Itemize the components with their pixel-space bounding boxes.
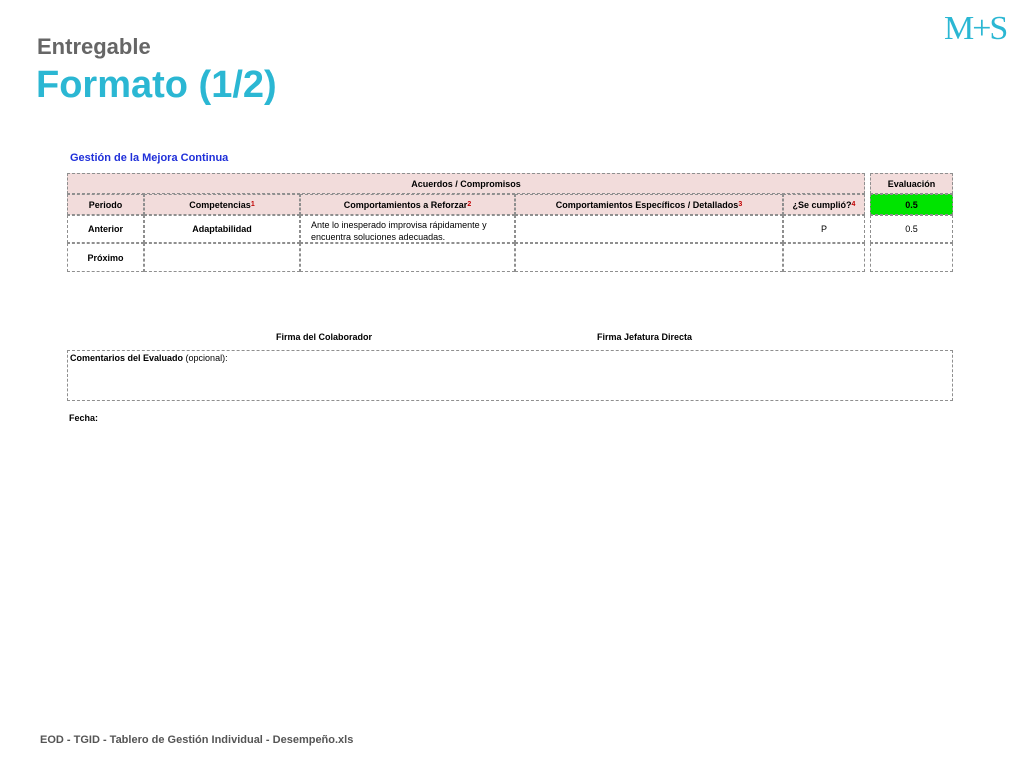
column-header-especificos: Comportamientos Específicos / Detallados…: [515, 194, 783, 215]
column-header-periodo: Periodo: [67, 194, 144, 215]
row-cumplio-cell[interactable]: [783, 243, 865, 272]
slide-title: Formato (1/2): [36, 64, 277, 106]
group-header: Acuerdos / Compromisos: [67, 173, 865, 194]
column-label-competencias: Competencias: [189, 199, 251, 210]
row-competencia-cell[interactable]: Adaptabilidad: [144, 215, 300, 243]
column-label-cumplio: ¿Se cumplió?: [792, 199, 852, 210]
evaluation-header: Evaluación: [870, 173, 953, 194]
evaluation-score-cell[interactable]: 0.5: [870, 194, 953, 215]
company-logo: M+S: [944, 10, 1008, 47]
row-cumplio-cell[interactable]: P: [783, 215, 865, 243]
slide-footer: EOD - TGID - Tablero de Gestión Individu…: [40, 734, 354, 746]
row-especificos-cell[interactable]: [515, 215, 783, 243]
column-header-reforzar: Comportamientos a Reforzar 2: [300, 194, 515, 215]
slide-subtitle: Entregable: [37, 34, 151, 59]
row-competencia-cell[interactable]: [144, 243, 300, 272]
footnote-marker: 2: [467, 201, 472, 208]
row-especificos-cell[interactable]: [515, 243, 783, 272]
row-reforzar-cell[interactable]: Ante lo inesperado improvisa rápidamente…: [300, 215, 515, 243]
signature-colaborador-label: Firma del Colaborador: [276, 332, 373, 342]
row-periodo-cell: Anterior: [67, 215, 144, 243]
footnote-marker: 4: [851, 201, 856, 208]
comments-optional-label: (opcional):: [185, 353, 228, 363]
date-label: Fecha:: [69, 413, 99, 423]
row-evaluacion-cell[interactable]: 0.5: [870, 215, 953, 243]
column-label-reforzar: Comportamientos a Reforzar: [343, 199, 468, 210]
footnote-marker: 1: [250, 201, 255, 208]
footnote-marker: 3: [738, 201, 743, 208]
column-header-cumplio: ¿Se cumplió? 4: [783, 194, 865, 215]
sheet-title: Gestión de la Mejora Continua: [70, 152, 229, 164]
comments-field[interactable]: Comentarios del Evaluado (opcional):: [67, 350, 953, 401]
row-evaluacion-cell[interactable]: [870, 243, 953, 272]
comments-label: Comentarios del Evaluado: [70, 353, 184, 363]
row-reforzar-cell[interactable]: [300, 243, 515, 272]
column-header-competencias: Competencias 1: [144, 194, 300, 215]
row-periodo-cell: Próximo: [67, 243, 144, 272]
column-label-especificos: Comportamientos Específicos / Detallados: [555, 199, 739, 210]
signature-jefatura-label: Firma Jefatura Directa: [597, 332, 693, 342]
